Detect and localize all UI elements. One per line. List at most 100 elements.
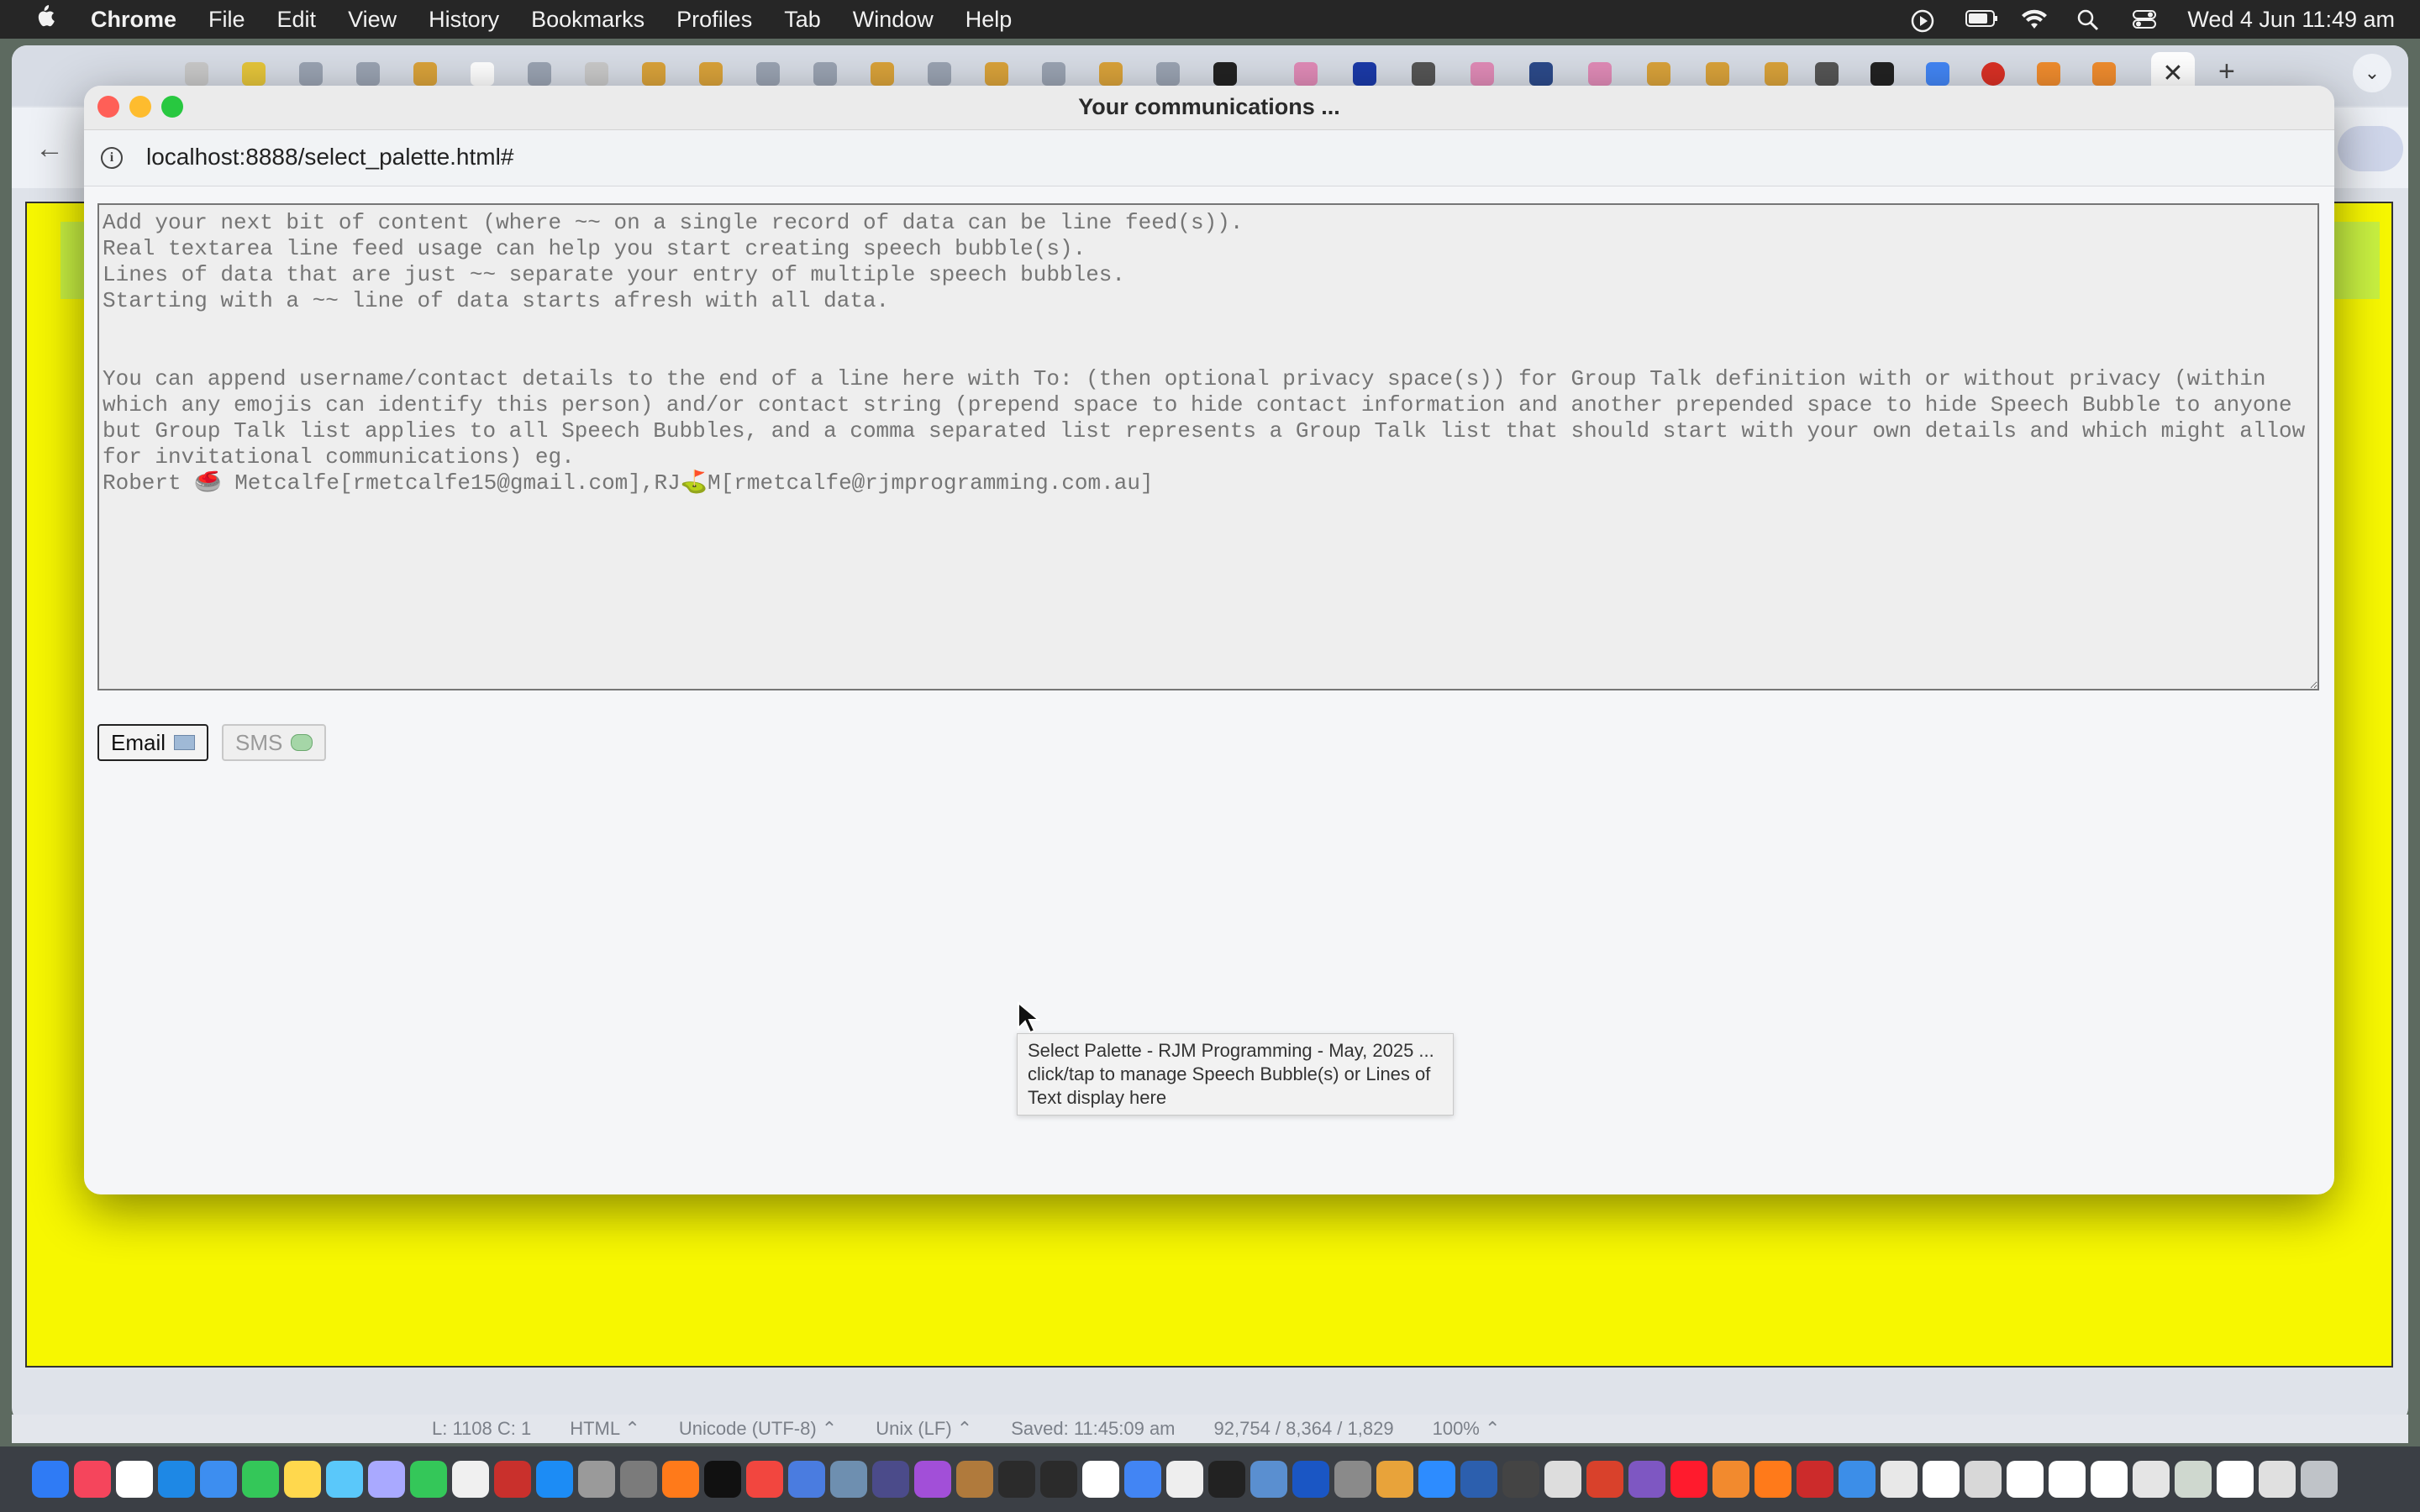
window-thumbnail-icon[interactable] (2049, 1461, 2086, 1498)
tab-favicon-icon[interactable] (985, 62, 1008, 86)
filezilla-icon[interactable] (494, 1461, 531, 1498)
screenshot-icon[interactable] (830, 1461, 867, 1498)
site-info-icon[interactable]: i (101, 147, 123, 169)
facetime-icon[interactable] (410, 1461, 447, 1498)
menu-profiles[interactable]: Profiles (676, 7, 752, 33)
trash-icon[interactable] (2301, 1461, 2338, 1498)
menu-file[interactable]: File (208, 7, 245, 33)
photos-icon[interactable] (1376, 1461, 1413, 1498)
tab-favicon-icon[interactable] (2092, 62, 2116, 86)
tab-favicon-icon[interactable] (1870, 62, 1894, 86)
tab-favicon-icon[interactable] (756, 62, 780, 86)
firefox-icon[interactable] (1754, 1461, 1791, 1498)
intellij-icon[interactable] (1292, 1461, 1329, 1498)
app-store-icon[interactable] (536, 1461, 573, 1498)
tab-favicon-icon[interactable] (1412, 62, 1435, 86)
console-icon[interactable] (1040, 1461, 1077, 1498)
bbedit-icon[interactable] (872, 1461, 909, 1498)
tab-favicon-icon[interactable] (585, 62, 608, 86)
tab-favicon-icon[interactable] (1099, 62, 1123, 86)
control-center-icon[interactable] (2132, 8, 2160, 30)
tab-favicon-icon[interactable] (1588, 62, 1612, 86)
app-icon[interactable] (1628, 1461, 1665, 1498)
window-thumbnail-icon[interactable] (2091, 1461, 2128, 1498)
tab-favicon-icon[interactable] (1470, 62, 1494, 86)
quicktime-icon[interactable] (1250, 1461, 1287, 1498)
menu-app-name[interactable]: Chrome (91, 7, 176, 33)
popup-url[interactable]: localhost:8888/select_palette.html# (146, 144, 513, 171)
opera-icon[interactable] (1670, 1461, 1707, 1498)
search-icon[interactable] (2076, 8, 2105, 31)
window-thumbnail-icon[interactable] (2217, 1461, 2254, 1498)
tab-favicon-icon[interactable] (185, 62, 208, 86)
tab-favicon-icon[interactable] (813, 62, 837, 86)
tab-favicon-icon[interactable] (299, 62, 323, 86)
tab-favicon-icon[interactable] (528, 62, 551, 86)
tab-favicon-icon[interactable] (1647, 62, 1670, 86)
tab-favicon-icon[interactable] (1815, 62, 1839, 86)
filezilla-icon[interactable] (1797, 1461, 1833, 1498)
popup-title-bar[interactable]: Your communications ... (84, 86, 2334, 130)
zoom-level[interactable]: 100% ⌃ (1433, 1418, 1501, 1440)
tab-favicon-icon[interactable] (1294, 62, 1318, 86)
textedit-icon[interactable] (452, 1461, 489, 1498)
tab-favicon-icon[interactable] (471, 62, 494, 86)
tab-favicon-icon[interactable] (1529, 62, 1553, 86)
notes-icon[interactable] (284, 1461, 321, 1498)
menubar-clock[interactable]: Wed 4 Jun 11:49 am (2187, 7, 2395, 33)
finder-icon[interactable] (32, 1461, 69, 1498)
tab-favicon-icon[interactable] (2037, 62, 2060, 86)
email-button[interactable]: Email (97, 724, 208, 761)
news-icon[interactable] (746, 1461, 783, 1498)
terminal-icon[interactable] (998, 1461, 1035, 1498)
menu-view[interactable]: View (348, 7, 397, 33)
tab-favicon-icon[interactable] (642, 62, 666, 86)
tab-favicon-icon[interactable] (242, 62, 266, 86)
zoom-icon[interactable] (1418, 1461, 1455, 1498)
menu-bookmarks[interactable]: Bookmarks (531, 7, 644, 33)
firefox-icon[interactable] (662, 1461, 699, 1498)
menu-edit[interactable]: Edit (277, 7, 317, 33)
new-tab-icon[interactable]: + (2218, 55, 2235, 88)
document-icon[interactable] (1166, 1461, 1203, 1498)
tab-favicon-icon[interactable] (413, 62, 437, 86)
apple-menu-icon[interactable] (34, 3, 67, 35)
content-textarea[interactable] (97, 203, 2319, 690)
messages-icon[interactable] (242, 1461, 279, 1498)
menu-help[interactable]: Help (965, 7, 1013, 33)
wifi-icon[interactable] (2021, 8, 2049, 30)
window-thumbnail-icon[interactable] (2133, 1461, 2170, 1498)
language-mode[interactable]: HTML ⌃ (570, 1418, 640, 1440)
window-thumbnail-icon[interactable] (2175, 1461, 2212, 1498)
battery-icon[interactable] (1965, 8, 1998, 30)
profile-menu-icon[interactable] (2338, 126, 2403, 171)
tab-search-icon[interactable]: ⌄ (2353, 54, 2391, 92)
sketch-icon[interactable] (1586, 1461, 1623, 1498)
window-thumbnail-icon[interactable] (1923, 1461, 1960, 1498)
preview-icon[interactable] (620, 1461, 657, 1498)
tab-favicon-icon[interactable] (699, 62, 723, 86)
system-icon[interactable] (788, 1461, 825, 1498)
launchpad-icon[interactable] (368, 1461, 405, 1498)
vectorworks-icon[interactable] (1460, 1461, 1497, 1498)
tab-favicon-icon[interactable] (1981, 62, 2005, 86)
menu-window[interactable]: Window (853, 7, 934, 33)
tab-favicon-icon[interactable] (928, 62, 951, 86)
folder-icon[interactable] (1839, 1461, 1876, 1498)
safari-icon[interactable] (158, 1461, 195, 1498)
window-thumbnail-icon[interactable] (2007, 1461, 2044, 1498)
mail-icon[interactable] (200, 1461, 237, 1498)
play-icon[interactable] (1910, 8, 1939, 33)
window-thumbnail-icon[interactable] (1965, 1461, 2002, 1498)
window-thumbnail-icon[interactable] (1881, 1461, 1918, 1498)
sms-button[interactable]: SMS (222, 724, 326, 761)
music-icon[interactable] (74, 1461, 111, 1498)
chrome-icon[interactable] (1124, 1461, 1161, 1498)
calendar-icon[interactable] (1082, 1461, 1119, 1498)
tab-favicon-icon[interactable] (1156, 62, 1180, 86)
encoding-mode[interactable]: Unicode (UTF-8) ⌃ (679, 1418, 837, 1440)
terminal-icon[interactable] (1208, 1461, 1245, 1498)
cursor-position[interactable]: L: 1108 C: 1 (432, 1418, 531, 1440)
archive-icon[interactable] (956, 1461, 993, 1498)
system-settings-icon[interactable] (1334, 1461, 1371, 1498)
